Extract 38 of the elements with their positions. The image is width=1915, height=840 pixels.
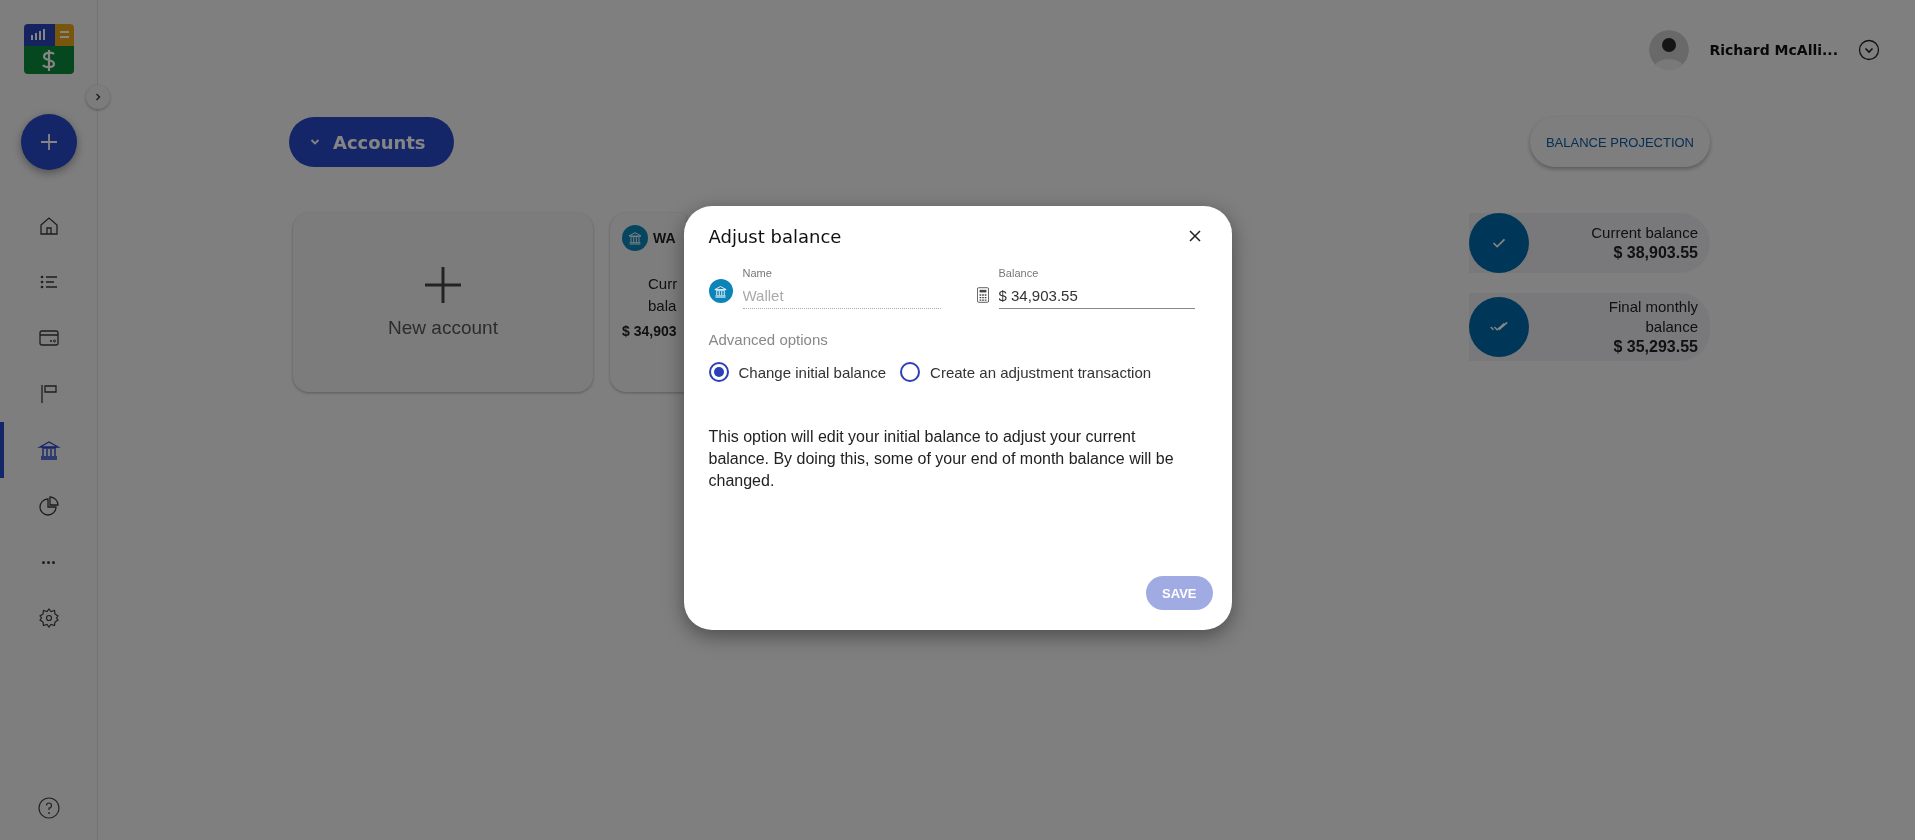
balance-projection-button[interactable]: BALANCE PROJECTION [1529,117,1710,167]
dialog-title: Adjust balance [708,226,842,247]
accounts-button[interactable]: Accounts [289,117,454,167]
summary-label: Current balance [1590,223,1698,243]
radio-option[interactable]: Create an adjustment transaction [900,362,1152,382]
logo [23,24,74,74]
bank-icon [36,438,61,462]
balance-value: $ 34,903 [622,323,678,339]
account-name: WA [653,230,676,246]
bank-icon [708,279,733,303]
calculator-icon[interactable] [976,287,989,303]
new-account-card[interactable]: New account [293,213,593,392]
dropdown-icon[interactable] [1858,39,1880,61]
expand-toggle[interactable] [86,85,110,109]
bank-icon [622,225,648,251]
more-icon [42,560,55,564]
check-icon [1469,213,1529,273]
close-button[interactable] [1187,229,1202,244]
radio-option[interactable]: Change initial balance [708,362,887,382]
avatar[interactable] [1649,30,1690,70]
summary-label: Final monthly balance [1607,297,1698,337]
plus-icon [38,132,59,152]
section-label: Advanced options [708,331,829,348]
add-button[interactable] [20,114,77,170]
chevron-right-icon [93,92,103,102]
balance-label: Curr bala [648,274,679,316]
field-label: Name [742,267,773,279]
close-icon [1188,229,1201,242]
pie-chart-icon [36,494,61,518]
summary-value: $ 38,903.55 [1613,243,1698,263]
summary-value: $ 35,293.55 [1613,337,1698,357]
user-name[interactable]: Richard McAlli... [1709,42,1838,58]
plus-icon [425,266,461,303]
field-label: Balance [998,267,1040,279]
description-text: This option will edit your initial balance to adjust your current balance. By doing this, some of your end of month balance will be changed. [708,427,1175,491]
help-icon[interactable] [36,796,61,820]
account-card[interactable]: WA Curr bala $ 34,903 [610,213,686,392]
double-check-icon [1469,297,1529,357]
